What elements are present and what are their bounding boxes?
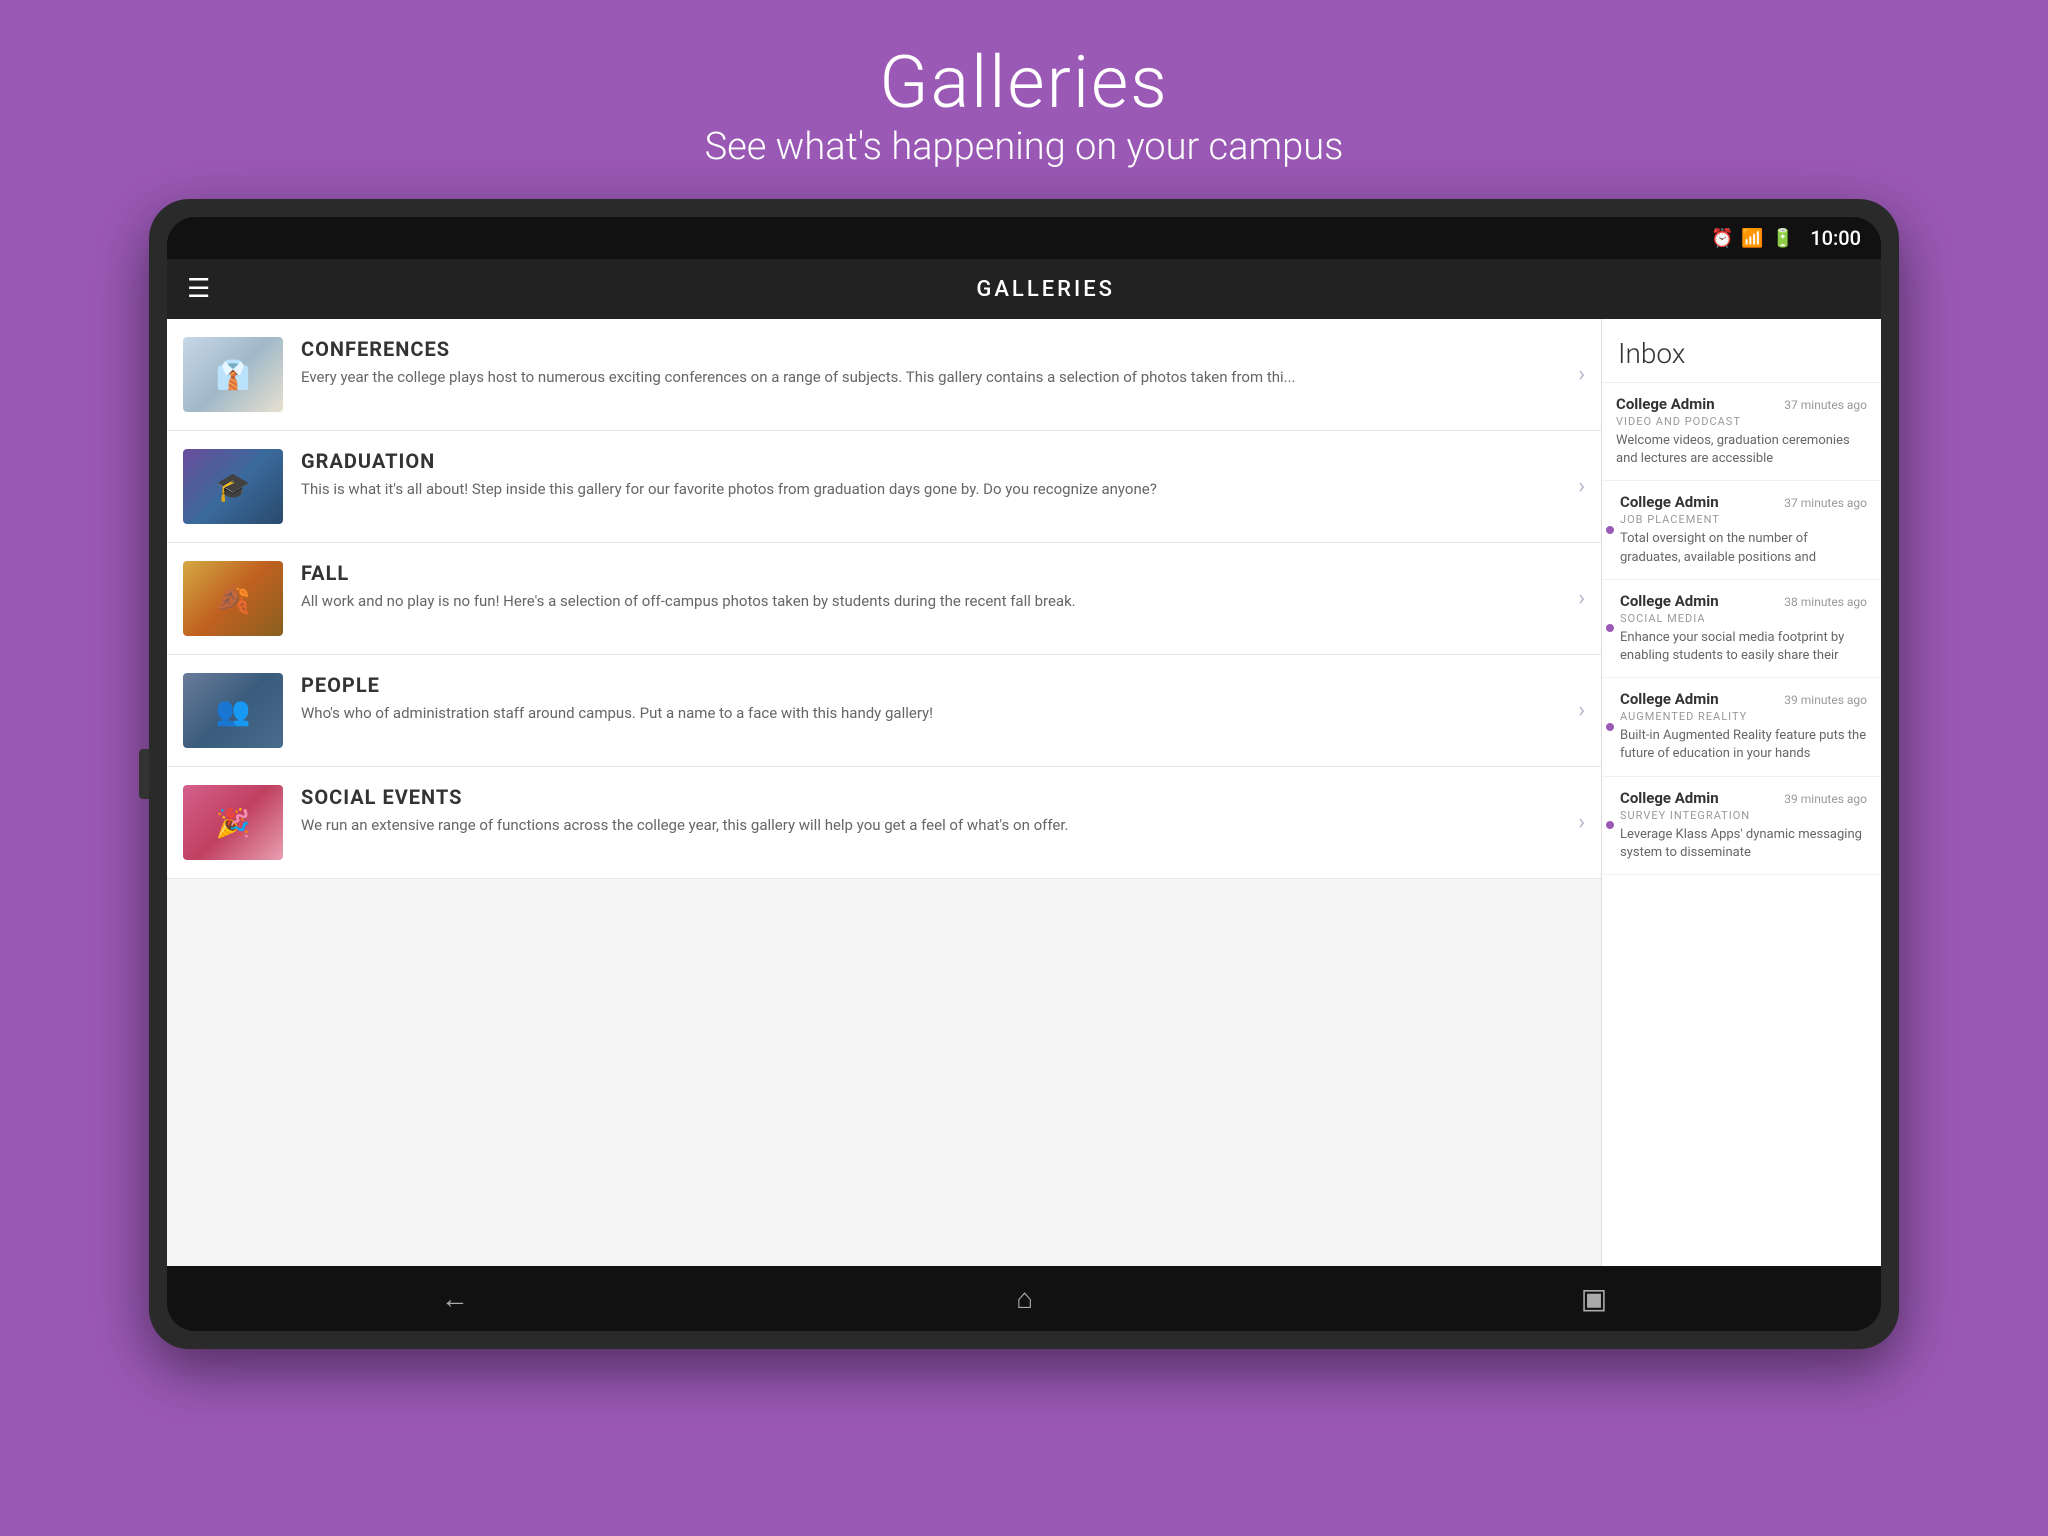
gallery-thumb-conferences (183, 337, 283, 412)
app-bar: ☰ GALLERIES (167, 259, 1881, 319)
chevron-right-icon: › (1578, 810, 1585, 835)
gallery-desc-social-events: We run an extensive range of functions a… (301, 815, 1568, 836)
chevron-right-icon: › (1578, 362, 1585, 387)
inbox-time-1: 37 minutes ago (1784, 496, 1867, 510)
status-icons: ⏰ 📶 🔋 10:00 (1711, 226, 1861, 250)
gallery-list: CONFERENCES Every year the college plays… (167, 319, 1601, 1266)
gallery-text-people: PEOPLE Who's who of administration staff… (301, 673, 1568, 724)
inbox-item-header-4: College Admin 39 minutes ago (1620, 789, 1867, 807)
gallery-item-people[interactable]: PEOPLE Who's who of administration staff… (167, 655, 1601, 767)
chevron-right-icon: › (1578, 586, 1585, 611)
inbox-title: Inbox (1618, 337, 1865, 370)
gallery-item-graduation[interactable]: GRADUATION This is what it's all about! … (167, 431, 1601, 543)
tablet-screen: ⏰ 📶 🔋 10:00 ☰ GALLERIES CONFERENCES Ever… (167, 217, 1881, 1331)
gallery-title-conferences: CONFERENCES (301, 337, 1568, 361)
inbox-time-3: 39 minutes ago (1784, 693, 1867, 707)
gallery-text-social-events: SOCIAL EVENTS We run an extensive range … (301, 785, 1568, 836)
inbox-preview-4: Leverage Klass Apps' dynamic messaging s… (1620, 826, 1867, 862)
gallery-title-people: PEOPLE (301, 673, 1568, 697)
inbox-item-header-3: College Admin 39 minutes ago (1620, 690, 1867, 708)
inbox-item-header-0: College Admin 37 minutes ago (1616, 395, 1867, 413)
gallery-thumb-social-events (183, 785, 283, 860)
chevron-right-icon: › (1578, 474, 1585, 499)
inbox-sender-2: College Admin (1620, 592, 1719, 610)
inbox-panel: Inbox College Admin 37 minutes ago VIDEO… (1601, 319, 1881, 1266)
status-time: 10:00 (1810, 226, 1861, 250)
gallery-text-fall: FALL All work and no play is no fun! Her… (301, 561, 1568, 612)
unread-dot (1606, 821, 1614, 829)
page-subtitle: See what's happening on your campus (705, 125, 1344, 169)
tablet-device: ⏰ 📶 🔋 10:00 ☰ GALLERIES CONFERENCES Ever… (149, 199, 1899, 1349)
inbox-category-1: JOB PLACEMENT (1620, 513, 1867, 526)
unread-dot (1606, 624, 1614, 632)
gallery-desc-graduation: This is what it's all about! Step inside… (301, 479, 1568, 500)
alarm-icon: ⏰ (1711, 228, 1733, 249)
content-area: CONFERENCES Every year the college plays… (167, 319, 1881, 1266)
side-button[interactable] (139, 749, 149, 799)
inbox-preview-2: Enhance your social media footprint by e… (1620, 629, 1867, 665)
gallery-text-graduation: GRADUATION This is what it's all about! … (301, 449, 1568, 500)
inbox-item-3[interactable]: College Admin 39 minutes ago AUGMENTED R… (1602, 678, 1881, 776)
inbox-item-header-1: College Admin 37 minutes ago (1620, 493, 1867, 511)
battery-icon: 🔋 (1772, 228, 1794, 249)
page-header: Galleries See what's happening on your c… (705, 0, 1344, 199)
gallery-thumb-people (183, 673, 283, 748)
inbox-item-header-2: College Admin 38 minutes ago (1620, 592, 1867, 610)
gallery-item-conferences[interactable]: CONFERENCES Every year the college plays… (167, 319, 1601, 431)
page-title: Galleries (705, 40, 1344, 125)
inbox-sender-4: College Admin (1620, 789, 1719, 807)
inbox-item-0[interactable]: College Admin 37 minutes ago VIDEO AND P… (1602, 383, 1881, 481)
gallery-desc-conferences: Every year the college plays host to num… (301, 367, 1568, 388)
inbox-item-4[interactable]: College Admin 39 minutes ago SURVEY INTE… (1602, 777, 1881, 875)
inbox-sender-3: College Admin (1620, 690, 1719, 708)
gallery-thumb-fall (183, 561, 283, 636)
unread-dot (1606, 723, 1614, 731)
wifi-icon: 📶 (1741, 228, 1763, 249)
gallery-item-social-events[interactable]: SOCIAL EVENTS We run an extensive range … (167, 767, 1601, 879)
inbox-category-3: AUGMENTED REALITY (1620, 710, 1867, 723)
inbox-sender-1: College Admin (1620, 493, 1719, 511)
inbox-category-0: VIDEO AND PODCAST (1616, 415, 1867, 428)
inbox-category-4: SURVEY INTEGRATION (1620, 809, 1867, 822)
inbox-category-2: SOCIAL MEDIA (1620, 612, 1867, 625)
gallery-title-fall: FALL (301, 561, 1568, 585)
status-bar: ⏰ 📶 🔋 10:00 (167, 217, 1881, 259)
menu-button[interactable]: ☰ (187, 274, 210, 304)
inbox-preview-1: Total oversight on the number of graduat… (1620, 530, 1867, 566)
inbox-sender-0: College Admin (1616, 395, 1715, 413)
inbox-preview-3: Built-in Augmented Reality feature puts … (1620, 727, 1867, 763)
chevron-right-icon: › (1578, 698, 1585, 723)
inbox-item-1[interactable]: College Admin 37 minutes ago JOB PLACEME… (1602, 481, 1881, 579)
inbox-time-0: 37 minutes ago (1784, 398, 1867, 412)
gallery-desc-fall: All work and no play is no fun! Here's a… (301, 591, 1568, 612)
gallery-item-fall[interactable]: FALL All work and no play is no fun! Her… (167, 543, 1601, 655)
home-button[interactable]: ⌂ (986, 1272, 1063, 1325)
back-button[interactable]: ← (411, 1272, 499, 1325)
gallery-text-conferences: CONFERENCES Every year the college plays… (301, 337, 1568, 388)
inbox-time-2: 38 minutes ago (1784, 595, 1867, 609)
inbox-item-2[interactable]: College Admin 38 minutes ago SOCIAL MEDI… (1602, 580, 1881, 678)
inbox-time-4: 39 minutes ago (1784, 792, 1867, 806)
recent-button[interactable]: ▣ (1551, 1272, 1637, 1325)
unread-dot (1606, 526, 1614, 534)
inbox-preview-0: Welcome videos, graduation ceremonies an… (1616, 432, 1867, 468)
gallery-title-social-events: SOCIAL EVENTS (301, 785, 1568, 809)
gallery-thumb-graduation (183, 449, 283, 524)
gallery-desc-people: Who's who of administration staff around… (301, 703, 1568, 724)
app-bar-title: GALLERIES (230, 277, 1861, 302)
inbox-header: Inbox (1602, 319, 1881, 383)
nav-bar: ← ⌂ ▣ (167, 1266, 1881, 1331)
gallery-title-graduation: GRADUATION (301, 449, 1568, 473)
